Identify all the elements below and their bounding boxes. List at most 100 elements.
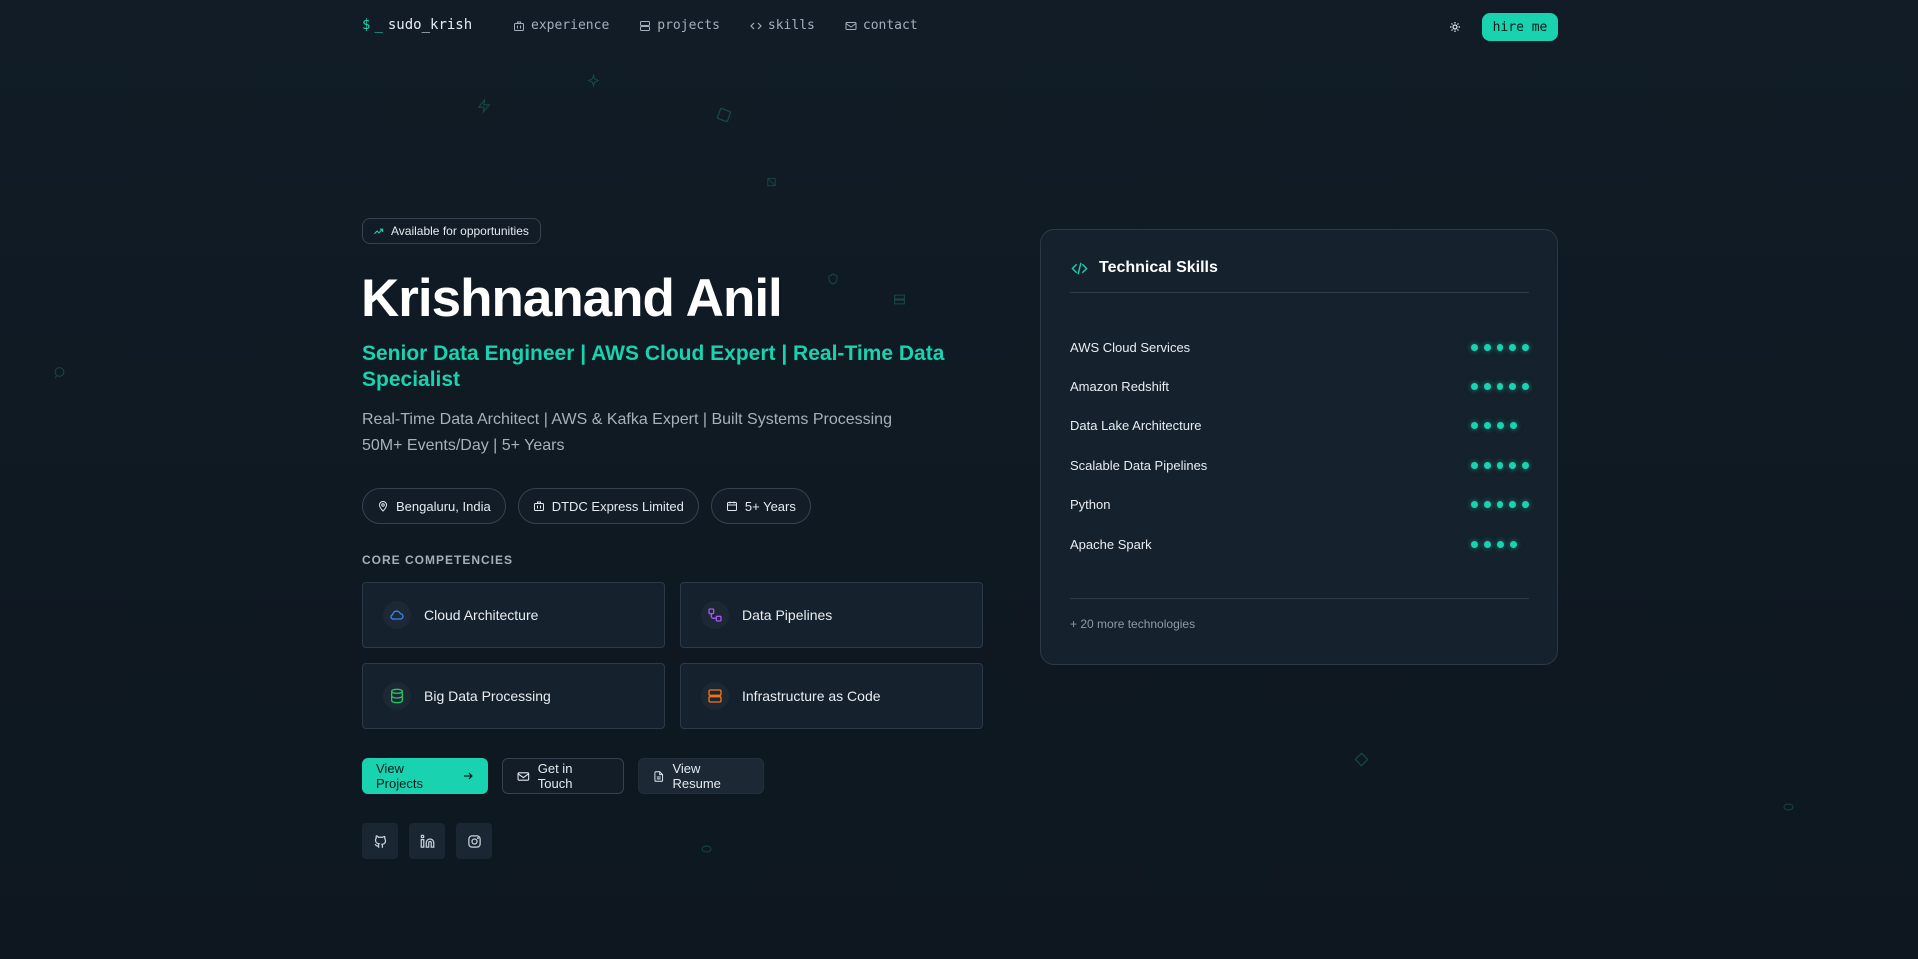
nav-link-contact[interactable]: contact: [845, 18, 918, 33]
theme-toggle-button[interactable]: [1446, 18, 1464, 36]
skill-level-dot: [1510, 421, 1517, 429]
hire-me-button[interactable]: hire me: [1482, 13, 1558, 41]
location-text: Bengaluru, India: [396, 498, 491, 514]
competency-card-bigdata[interactable]: Big Data Processing: [362, 663, 665, 729]
cloud-deco-icon-2: [701, 845, 712, 853]
skill-level-dot: [1484, 421, 1491, 429]
mail-icon: [845, 21, 857, 30]
skill-level-dot: [1471, 461, 1478, 469]
competency-label: Data Pipelines: [742, 607, 833, 623]
shield-icon: [828, 273, 838, 285]
nav-link-label: experience: [531, 18, 610, 33]
skill-name: Scalable Data Pipelines: [1070, 457, 1208, 473]
availability-text: Available for opportunities: [391, 224, 529, 238]
cube-icon: [767, 177, 776, 187]
linkedin-icon: [420, 834, 434, 848]
code-icon: [750, 22, 762, 29]
skill-name: Python: [1070, 496, 1111, 512]
sun-icon: [1450, 22, 1460, 32]
nav-links: experience projects skills contact: [513, 18, 948, 33]
skill-level-dots: [1471, 382, 1529, 390]
availability-badge: Available for opportunities: [362, 218, 541, 244]
skill-level-dot: [1522, 382, 1529, 390]
diamond-icon: [1354, 752, 1369, 767]
experience-text: 5+ Years: [744, 498, 796, 514]
box-icon: [716, 107, 732, 123]
skill-level-dot: [1509, 343, 1517, 351]
arrow-right-icon: [464, 772, 473, 780]
skill-level-dots: [1471, 343, 1529, 351]
skills-header: Technical Skills: [1071, 259, 1218, 277]
company-pill: DTDC Express Limited: [517, 488, 699, 524]
skill-row: Apache Spark: [1070, 534, 1529, 554]
sparkle-icon: [587, 74, 600, 87]
skill-level-dot: [1484, 540, 1491, 548]
briefcase-icon: [514, 21, 524, 31]
skill-level-dot: [1483, 500, 1491, 508]
hero-headline: Senior Data Engineer | AWS Cloud Expert …: [362, 342, 945, 391]
hero-actions: View Projects Get in Touch View Resume: [362, 758, 764, 794]
company-text: DTDC Express Limited: [551, 498, 684, 514]
skill-level-dot: [1509, 382, 1517, 390]
server-icon: [640, 20, 651, 31]
workflow-icon: [708, 608, 722, 622]
skill-row: AWS Cloud Services: [1070, 337, 1529, 357]
skill-name: Data Lake Architecture: [1070, 417, 1202, 433]
skill-level-dot: [1509, 500, 1517, 508]
skill-name: Apache Spark: [1070, 536, 1152, 552]
skill-level-dots: [1471, 461, 1529, 469]
view-projects-button[interactable]: View Projects: [362, 758, 488, 794]
view-resume-label: View Resume: [672, 761, 721, 791]
experience-pill: 5+ Years: [710, 488, 811, 524]
code-icon: [1071, 262, 1088, 274]
server-icon: [708, 689, 722, 703]
top-navbar: $ _ sudo_krish experience projects skills …: [0, 0, 1918, 54]
competency-card-cloud[interactable]: Cloud Architecture: [362, 582, 665, 648]
nav-link-label: contact: [862, 18, 918, 33]
view-projects-label: View Projects: [376, 761, 423, 791]
skill-row: Data Lake Architecture: [1070, 415, 1529, 435]
site-logo[interactable]: $ _ sudo_krish: [362, 17, 472, 33]
skill-level-dot: [1471, 343, 1478, 351]
nav-link-experience[interactable]: experience: [513, 18, 609, 33]
nav-link-label: projects: [657, 18, 720, 33]
mail-icon: [517, 771, 530, 781]
skill-level-dot: [1496, 500, 1504, 508]
github-link[interactable]: [362, 823, 398, 859]
skill-level-dot: [1496, 382, 1504, 390]
logo-name: sudo_krish: [387, 17, 473, 33]
logo-prompt: $: [362, 17, 371, 33]
hero-name: Krishnanand Anil: [361, 269, 783, 328]
nav-link-projects[interactable]: projects: [639, 18, 720, 33]
nav-link-skills[interactable]: skills: [750, 18, 815, 33]
competency-label: Infrastructure as Code: [742, 688, 881, 704]
competency-card-iac[interactable]: Infrastructure as Code: [680, 663, 983, 729]
skill-level-dot: [1483, 382, 1491, 390]
calendar-icon: [726, 501, 737, 511]
competencies-grid: Cloud Architecture Data Pipelines Big Da…: [362, 582, 983, 729]
view-resume-button[interactable]: View Resume: [638, 758, 764, 794]
skill-level-dots: [1471, 500, 1529, 508]
skills-divider-bottom: [1070, 598, 1529, 599]
zap-icon: [477, 98, 491, 114]
skill-level-dot: [1471, 382, 1478, 390]
skill-name: Amazon Redshift: [1070, 378, 1169, 394]
hero-description: Real-Time Data Architect | AWS & Kafka E…: [362, 411, 892, 454]
file-text-icon: [654, 770, 664, 782]
competency-label: Cloud Architecture: [424, 607, 539, 623]
linkedin-link[interactable]: [409, 823, 445, 859]
skill-row: Amazon Redshift: [1070, 376, 1529, 396]
skill-level-dot: [1497, 421, 1504, 429]
skill-level-dot: [1471, 500, 1478, 508]
skill-level-dot: [1522, 343, 1529, 351]
map-pin-icon: [378, 501, 388, 512]
get-in-touch-button[interactable]: Get in Touch: [502, 758, 624, 794]
competency-card-pipelines[interactable]: Data Pipelines: [680, 582, 983, 648]
skill-level-dots: [1471, 421, 1529, 429]
database-icon: [391, 688, 403, 704]
instagram-link[interactable]: [456, 823, 492, 859]
skill-level-dot: [1522, 500, 1529, 508]
more-technologies-link[interactable]: + 20 more technologies: [1070, 617, 1195, 631]
cloud-icon: [390, 610, 404, 620]
skill-level-dot: [1509, 461, 1517, 469]
